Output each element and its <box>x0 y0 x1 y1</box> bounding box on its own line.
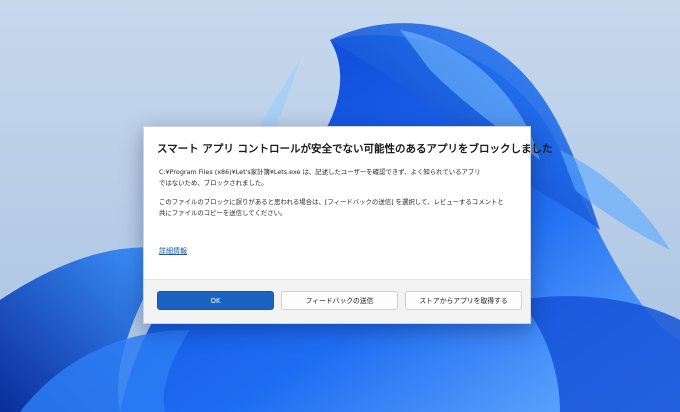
feedback-instructions: このファイルのブロックに誤りがあると思われる場合は、[フィードバックの送信] を… <box>159 197 521 219</box>
send-feedback-button[interactable]: フィードバックの送信 <box>281 291 398 310</box>
get-app-from-store-button[interactable]: ストアからアプリを取得する <box>405 291 522 310</box>
dialog-button-bar: OK フィードバックの送信 ストアからアプリを取得する <box>144 279 530 323</box>
dialog-title: スマート アプリ コントロールが安全でない可能性のあるアプリをブロックしました <box>157 143 553 155</box>
blocked-app-message-line-2: ではないため、ブロックされました。 <box>159 179 268 187</box>
blocked-app-message-line-1: C:¥Program Files (x86)¥Let's家計簿¥Lets.exe… <box>159 168 481 176</box>
blocked-app-message: C:¥Program Files (x86)¥Let's家計簿¥Lets.exe… <box>159 167 521 189</box>
feedback-instructions-line-2: 共にファイルのコピーを送信してください。 <box>159 209 287 217</box>
ok-button[interactable]: OK <box>157 291 274 310</box>
smart-app-control-dialog: スマート アプリ コントロールが安全でない可能性のあるアプリをブロックしました … <box>143 126 553 324</box>
more-info-link[interactable]: 詳細情報 <box>159 246 187 256</box>
feedback-instructions-line-1: このファイルのブロックに誤りがあると思われる場合は、[フィードバックの送信] を… <box>159 198 504 206</box>
